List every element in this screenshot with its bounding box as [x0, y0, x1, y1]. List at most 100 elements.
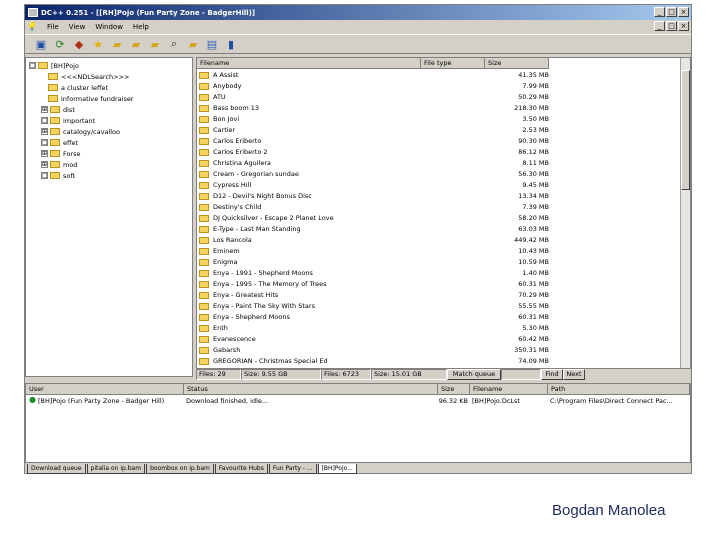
file-row[interactable]: E-Type - Last Man Standing 63.03 MB	[197, 224, 677, 235]
title-bar[interactable]: DC++ 0.251 - [[RH]Pojo (Fun Party Zone -…	[25, 5, 691, 20]
tab-boombox[interactable]: boombox on ip.bam	[146, 464, 214, 474]
column-header-type[interactable]: File type	[421, 58, 485, 69]
expander-icon[interactable]: ⊞	[41, 150, 48, 157]
tree-node[interactable]: informative fundraiser	[48, 93, 134, 104]
file-row[interactable]: Enya - Shepherd Moons 60.31 MB	[197, 312, 677, 323]
expander-icon[interactable]: □	[41, 139, 48, 146]
tab-pitalia[interactable]: pitalia on ip.bam	[86, 464, 146, 474]
star-icon[interactable]: ★	[90, 36, 106, 52]
column-header-size[interactable]: Size	[485, 58, 549, 69]
tab-favourite-hubs[interactable]: Favourite Hubs	[214, 464, 268, 474]
file-row[interactable]: Los Rancola 449.42 MB	[197, 235, 677, 246]
menu-help[interactable]: Help	[133, 23, 149, 31]
file-row[interactable]: Carlos Eriberto 2 86.12 MB	[197, 147, 677, 158]
file-row[interactable]: Enya - 1995 - The Memory of Trees 60.31 M…	[197, 279, 677, 290]
folder-recycle-icon[interactable]: ▰	[128, 36, 144, 52]
folder-icon	[199, 237, 209, 244]
tree-node[interactable]: ⊞ catalogy/cavalloo	[41, 126, 120, 137]
match-queue-button[interactable]: Match queue	[447, 369, 501, 380]
file-name: Carlos Eriberto 2	[213, 148, 268, 156]
expander-icon[interactable]: ⊞	[41, 128, 48, 135]
file-row[interactable]: DJ Quicksilver - Escape 2 Planet Love 58.…	[197, 213, 677, 224]
tree-node[interactable]: □ [BH]Pojo	[29, 60, 79, 71]
tree-node[interactable]: ⊞ Forse	[41, 148, 81, 159]
folder-icon	[199, 215, 209, 222]
menu-window[interactable]: Window	[95, 23, 123, 31]
tree-node[interactable]: □ soft	[41, 170, 75, 181]
folder-tree[interactable]: □ [BH]Pojo <<<NDLSearch>>> a cluster lef…	[25, 57, 193, 377]
expander-icon[interactable]: □	[29, 62, 36, 69]
folder-hand-icon[interactable]: ▰	[109, 36, 125, 52]
file-list[interactable]: Filename File type Size A Assist 41.35 MB…	[196, 57, 691, 369]
column-header-user[interactable]: User	[26, 384, 184, 395]
file-row[interactable]: Bon Jovi 3.50 MB	[197, 114, 677, 125]
file-name: Eminem	[213, 247, 240, 255]
queue-path: C:\Program Files\Direct Connect Pac...	[550, 397, 673, 405]
column-header-filename[interactable]: Filename	[197, 58, 421, 69]
file-row[interactable]: Carlos Eriberto 90.30 MB	[197, 136, 677, 147]
find-button[interactable]: Find	[541, 369, 563, 380]
file-row[interactable]: Gabarsh 350.31 MB	[197, 345, 677, 356]
folder-star-icon[interactable]: ▰	[147, 36, 163, 52]
expander-icon[interactable]: ⊞	[41, 161, 48, 168]
column-header-queue-filename[interactable]: Filename	[470, 384, 548, 395]
file-row[interactable]: Anybody 7.99 MB	[197, 81, 677, 92]
tree-node[interactable]: ⊞ dist	[41, 104, 75, 115]
window-tabs: Download queue pitalia on ip.bam boombox…	[25, 464, 691, 474]
file-row[interactable]: Enth 5.30 MB	[197, 323, 677, 334]
gem-icon[interactable]: ◆	[71, 36, 87, 52]
column-header-path[interactable]: Path	[548, 384, 690, 395]
folder-icon	[48, 84, 58, 91]
file-name: Enya - 1991 - Shepherd Moons	[213, 269, 313, 277]
column-header-queue-size[interactable]: Size	[438, 384, 470, 395]
file-row[interactable]: ATU 50.29 MB	[197, 92, 677, 103]
file-row[interactable]: Cartier 2.53 MB	[197, 125, 677, 136]
tab-download-queue[interactable]: Download queue	[27, 464, 86, 474]
queue-status: Download finished, idle...	[186, 397, 269, 405]
scrollbar-thumb[interactable]	[681, 70, 690, 190]
floppy-icon[interactable]: ▣	[33, 36, 49, 52]
book-icon[interactable]: ▮	[223, 36, 239, 52]
file-row[interactable]: Cypress Hill 9.45 MB	[197, 180, 677, 191]
menu-view[interactable]: View	[69, 23, 86, 31]
file-row[interactable]: Enya - Paint The Sky With Stars 55.55 MB	[197, 301, 677, 312]
tab-fun-party[interactable]: Fun Party - ...	[268, 464, 317, 474]
file-row[interactable]: Bass boom 13 218.30 MB	[197, 103, 677, 114]
tab-bh-pojo[interactable]: [BH]Pojo...	[317, 464, 357, 474]
file-list-scrollbar[interactable]	[680, 58, 690, 368]
folder-search-icon[interactable]: ▰	[185, 36, 201, 52]
file-name: Destiny's Child	[213, 203, 262, 211]
tree-node[interactable]: □ effet	[41, 137, 78, 148]
file-row[interactable]: Eminem 10.43 MB	[197, 246, 677, 257]
download-queue-list[interactable]: User Status Size Filename Path ● [BH]Poj…	[25, 383, 691, 463]
mdi-restore-button[interactable]: □	[666, 21, 677, 31]
mdi-close-button[interactable]: ×	[678, 21, 689, 31]
close-button[interactable]: ×	[678, 7, 689, 17]
file-row[interactable]: Christina Aguilera 8.11 MB	[197, 158, 677, 169]
file-row[interactable]: Cream - Gregorian sundae 56.30 MB	[197, 169, 677, 180]
maximize-button[interactable]: □	[666, 7, 677, 17]
file-row[interactable]: GREGORIAN - Christmas Special Ed 74.09 MB	[197, 356, 677, 367]
mdi-minimize-button[interactable]: _	[654, 21, 665, 31]
next-button[interactable]: Next	[563, 369, 585, 380]
magnifier-icon[interactable]: ⌕	[166, 36, 182, 52]
expander-icon[interactable]: □	[41, 117, 48, 124]
file-row[interactable]: Destiny's Child 7.39 MB	[197, 202, 677, 213]
file-row[interactable]: Enigma 10.59 MB	[197, 257, 677, 268]
file-row[interactable]: Enya - Greatest Hits 70.29 MB	[197, 290, 677, 301]
expander-icon[interactable]: □	[41, 172, 48, 179]
column-header-status[interactable]: Status	[184, 384, 438, 395]
file-row[interactable]: Evanescence 60.42 MB	[197, 334, 677, 345]
tree-node[interactable]: <<<NDLSearch>>>	[48, 71, 130, 82]
file-row[interactable]: Enya - 1991 - Shepherd Moons 1.40 MB	[197, 268, 677, 279]
tree-node[interactable]: a cluster leffet	[48, 82, 108, 93]
notes-icon[interactable]: ▤	[204, 36, 220, 52]
menu-file[interactable]: File	[47, 23, 59, 31]
tree-node[interactable]: ⊞ mod	[41, 159, 77, 170]
refresh-icon[interactable]: ⟳	[52, 36, 68, 52]
expander-icon[interactable]: ⊞	[41, 106, 48, 113]
file-row[interactable]: D12 - Devil's Night Bonus Disc 13.34 MB	[197, 191, 677, 202]
tree-node[interactable]: □ important	[41, 115, 95, 126]
file-row[interactable]: A Assist 41.35 MB	[197, 70, 677, 81]
minimize-button[interactable]: _	[654, 7, 665, 17]
